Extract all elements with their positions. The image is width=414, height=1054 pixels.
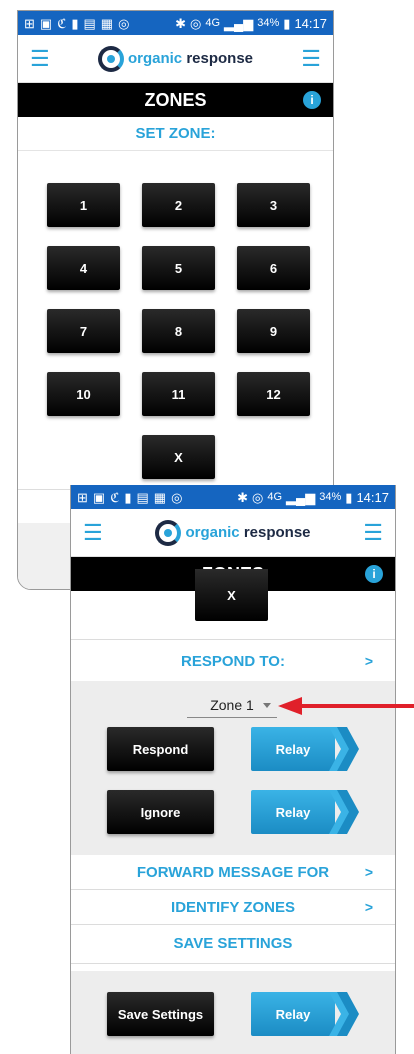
battery-icon: ▮ <box>345 489 353 505</box>
zone-key-9[interactable]: 9 <box>237 309 310 353</box>
respond-to-label: RESPOND TO: <box>181 652 285 670</box>
thermometer-icon: ▮ <box>124 489 132 505</box>
zone-select[interactable]: Zone 1 <box>187 694 277 718</box>
gallery-icon: ▣ <box>92 489 106 505</box>
battery-icon: ▮ <box>283 15 291 31</box>
organic-response-logo: organic response <box>155 519 311 546</box>
zone-keypad: 1 2 3 4 5 6 7 8 9 10 11 12 X <box>18 151 333 491</box>
set-zone-heading: SET ZONE: <box>18 117 333 151</box>
zone-key-11[interactable]: 11 <box>142 372 215 416</box>
alarm-clock-icon: ◎ <box>190 15 202 31</box>
clock: 14:17 <box>294 15 327 31</box>
news-icon: ℭ <box>57 15 67 31</box>
save-settings-heading: SAVE SETTINGS <box>71 925 395 961</box>
left-menu-icon[interactable]: ☰ <box>30 47 50 70</box>
zone-key-x[interactable]: X <box>195 569 268 621</box>
relay-button-respond[interactable]: Relay <box>251 727 359 771</box>
relay-chevron-icon <box>329 727 359 771</box>
calendar-icon: ▦ <box>153 489 167 505</box>
respond-button[interactable]: Respond <box>107 727 214 771</box>
page-title: ZONES <box>144 89 207 110</box>
status-bar: ⊞ ▣ ℭ ▮ ▤ ▦ ◎ ✱ ◎ 4G ▂▄▆ 34% ▮ 14:17 <box>71 485 395 509</box>
network-type: 4G <box>267 491 283 503</box>
zone-key-7[interactable]: 7 <box>47 309 120 353</box>
calendar-icon: ▦ <box>100 15 114 31</box>
identify-zones-label: IDENTIFY ZONES <box>171 898 295 916</box>
add-icon: ⊞ <box>77 489 88 505</box>
relay-button-save[interactable]: Relay <box>251 992 359 1036</box>
logo-word-response: response <box>186 50 254 67</box>
bluetooth-icon: ✱ <box>175 15 187 31</box>
zone-key-5[interactable]: 5 <box>142 246 215 290</box>
right-menu-icon[interactable]: ☰ <box>363 521 383 544</box>
zone-key-4[interactable]: 4 <box>47 246 120 290</box>
chevron-right-icon: > <box>364 653 373 669</box>
save-settings-button[interactable]: Save Settings <box>107 992 214 1036</box>
right-menu-icon[interactable]: ☰ <box>301 47 321 70</box>
respond-to-row[interactable]: RESPOND TO: > <box>71 643 395 679</box>
zone-key-2[interactable]: 2 <box>142 183 215 227</box>
save-settings-label: SAVE SETTINGS <box>173 934 293 952</box>
chevron-right-icon: > <box>364 899 373 915</box>
relay-chevron-icon <box>329 992 359 1036</box>
relay-button-ignore[interactable]: Relay <box>251 790 359 834</box>
logo-word-organic: organic <box>127 50 183 67</box>
logo-word-organic: organic <box>185 524 240 541</box>
annotation-arrow <box>278 697 414 715</box>
add-icon: ⊞ <box>24 15 35 31</box>
alarm-icon: ◎ <box>118 15 130 31</box>
forward-message-label: FORWARD MESSAGE FOR <box>136 863 330 881</box>
zone-key-6[interactable]: 6 <box>237 246 310 290</box>
battery-percent: 34% <box>319 491 342 503</box>
info-icon[interactable]: i <box>365 565 383 583</box>
left-menu-icon[interactable]: ☰ <box>83 521 103 544</box>
network-type: 4G <box>205 17 221 29</box>
logo-word-response: response <box>243 524 311 541</box>
zone-key-3[interactable]: 3 <box>237 183 310 227</box>
logo-mark-icon <box>155 519 182 546</box>
logo-mark-icon <box>97 45 124 72</box>
status-bar: ⊞ ▣ ℭ ▮ ▤ ▦ ◎ ✱ ◎ 4G ▂▄▆ 34% ▮ 14:17 <box>18 11 333 35</box>
zone-select-value: Zone 1 <box>210 697 254 713</box>
page-title-bar: ZONES i <box>18 83 333 117</box>
ignore-button[interactable]: Ignore <box>107 790 214 834</box>
signal-icon: ▂▄▆ <box>224 15 254 31</box>
alarm-clock-icon: ◎ <box>252 489 264 505</box>
zone-key-x[interactable]: X <box>142 435 215 479</box>
news-icon: ℭ <box>110 489 120 505</box>
chevron-right-icon: > <box>364 864 373 880</box>
photo-icon: ▤ <box>136 489 149 505</box>
zone-key-1[interactable]: 1 <box>47 183 120 227</box>
zone-key-12[interactable]: 12 <box>237 372 310 416</box>
divider <box>71 639 395 640</box>
zone-key-8[interactable]: 8 <box>142 309 215 353</box>
dropdown-caret-icon <box>263 703 271 708</box>
alarm-icon: ◎ <box>171 489 183 505</box>
divider <box>71 963 395 964</box>
info-icon[interactable]: i <box>303 91 321 109</box>
app-header: ☰ organic response ☰ <box>18 35 333 83</box>
bluetooth-icon: ✱ <box>237 489 249 505</box>
photo-icon: ▤ <box>83 15 96 31</box>
thermometer-icon: ▮ <box>71 15 79 31</box>
zone-key-10[interactable]: 10 <box>47 372 120 416</box>
gallery-icon: ▣ <box>39 15 53 31</box>
clock: 14:17 <box>356 489 389 505</box>
organic-response-logo: organic response <box>97 45 254 72</box>
signal-icon: ▂▄▆ <box>286 489 316 505</box>
battery-percent: 34% <box>257 17 280 29</box>
relay-chevron-icon <box>329 790 359 834</box>
forward-message-row[interactable]: FORWARD MESSAGE FOR > <box>71 855 395 889</box>
app-header: ☰ organic response ☰ <box>71 509 395 557</box>
phone-screen-zones-respond: ⊞ ▣ ℭ ▮ ▤ ▦ ◎ ✱ ◎ 4G ▂▄▆ 34% ▮ 14:17 ☰ o… <box>70 485 396 1054</box>
identify-zones-row[interactable]: IDENTIFY ZONES > <box>71 890 395 924</box>
